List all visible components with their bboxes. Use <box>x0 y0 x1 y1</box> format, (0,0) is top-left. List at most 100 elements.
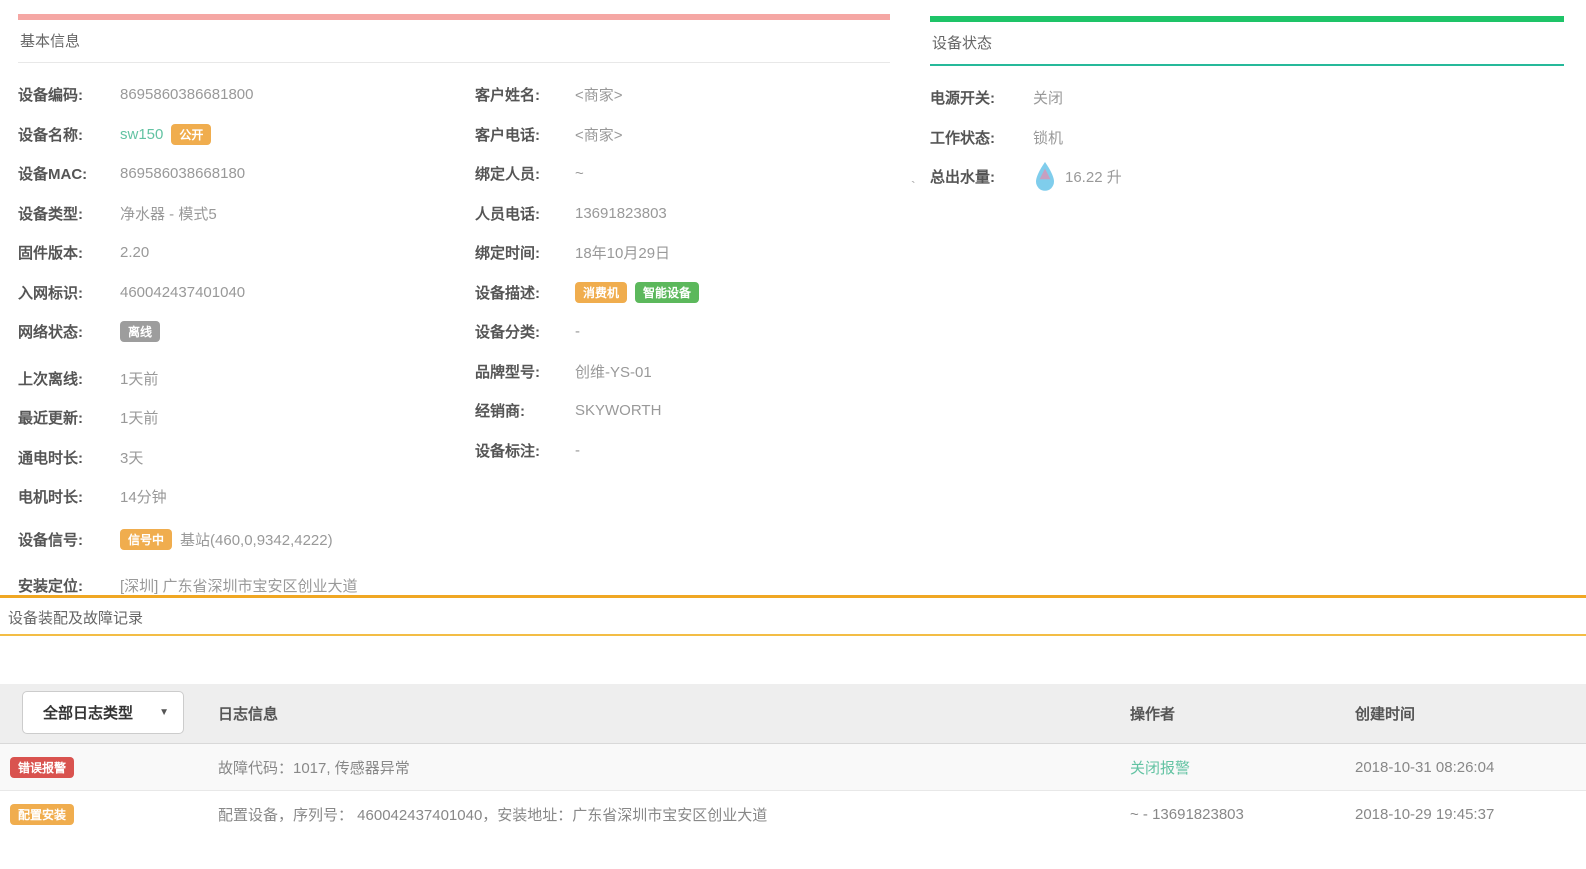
field-label: 设备编码: <box>18 84 120 105</box>
info-row-person-phone: 人员电话: 13691823803 <box>475 194 890 234</box>
log-created-time: 2018-10-29 19:45:37 <box>1345 806 1586 823</box>
field-label: 入网标识: <box>18 282 120 303</box>
field-value: ~ <box>575 165 584 182</box>
field-value: 18年10月29日 <box>575 242 670 263</box>
field-label: 最近更新: <box>18 407 120 428</box>
log-type-filter-value: 全部日志类型 <box>43 702 133 723</box>
stray-mark: ` <box>911 178 916 194</box>
field-label: 品牌型号: <box>475 361 575 382</box>
field-label: 工作状态: <box>930 127 1033 148</box>
field-value: SKYWORTH <box>575 402 661 419</box>
chevron-down-icon: ▼ <box>159 707 169 718</box>
info-row-last-update: 最近更新: 1天前 <box>18 398 475 438</box>
log-row-config-install: 配置安装 配置设备，序列号： 460042437401040，安装地址：广东省深… <box>0 791 1586 838</box>
info-row-device-note: 设备标注: - <box>475 431 890 471</box>
field-label: 设备分类: <box>475 321 575 342</box>
offline-status-badge: 离线 <box>120 321 160 342</box>
error-alarm-badge: 错误报警 <box>10 757 74 778</box>
info-row-install-location: 安装定位: [深圳] 广东省深圳市宝安区创业大道 <box>18 566 475 606</box>
field-value: 13691823803 <box>575 205 667 222</box>
field-label: 绑定时间: <box>475 242 575 263</box>
field-value: 460042437401040 <box>120 284 245 301</box>
field-value: <商家> <box>575 84 623 105</box>
close-alarm-link[interactable]: 关闭报警 <box>1130 760 1190 777</box>
consumer-machine-badge: 消费机 <box>575 282 627 303</box>
info-row-firmware: 固件版本: 2.20 <box>18 233 475 273</box>
field-value: 关闭 <box>1033 87 1063 108</box>
field-value: 8695860386681800 <box>120 86 253 103</box>
status-panel-accent-bar <box>930 16 1564 22</box>
field-label: 安装定位: <box>18 575 120 596</box>
info-row-network-status: 网络状态: 离线 <box>18 312 475 352</box>
field-label: 设备类型: <box>18 203 120 224</box>
section-divider-bottom <box>0 634 1586 636</box>
status-panel-title: 设备状态 <box>930 32 1564 66</box>
field-value: - <box>575 442 580 459</box>
field-value: 2.20 <box>120 244 149 261</box>
info-row-device-category: 设备分类: - <box>475 312 890 352</box>
log-table-header: 全部日志类型 ▼ 日志信息 操作者 创建时间 <box>0 684 1586 744</box>
basic-info-panel: 基本信息 设备编码: 8695860386681800 设备名称: sw150 … <box>18 14 890 606</box>
signal-badge: 信号中 <box>120 529 172 550</box>
basic-info-left-column: 设备编码: 8695860386681800 设备名称: sw150 公开 设备… <box>18 75 475 606</box>
info-row-device-mac: 设备MAC: 869586038668180 <box>18 154 475 194</box>
field-label: 客户姓名: <box>475 84 575 105</box>
device-name-link[interactable]: sw150 <box>120 126 163 143</box>
log-message: 故障代码：1017, 传感器异常 <box>200 757 1120 778</box>
basic-info-middle-column: 客户姓名: <商家> 客户电话: <商家> 绑定人员: ~ 人员电话: 1369… <box>475 75 890 606</box>
section-divider-top <box>0 595 1586 598</box>
field-value: 净水器 - 模式5 <box>120 203 217 224</box>
field-label: 网络状态: <box>18 321 120 342</box>
basic-panel-title: 基本信息 <box>18 30 890 63</box>
basic-panel-accent-bar <box>18 14 890 20</box>
info-row-customer-phone: 客户电话: <商家> <box>475 115 890 155</box>
info-row-device-signal: 设备信号: 信号中 基站(460,0,9342,4222) <box>18 520 475 560</box>
field-label: 电机时长: <box>18 486 120 507</box>
info-row-brand-model: 品牌型号: 创维-YS-01 <box>475 352 890 392</box>
info-row-customer-name: 客户姓名: <商家> <box>475 75 890 115</box>
field-label: 设备MAC: <box>18 163 120 184</box>
log-row-error-alarm: 错误报警 故障代码：1017, 传感器异常 关闭报警 2018-10-31 08… <box>0 744 1586 791</box>
water-drop-icon <box>1033 161 1057 192</box>
info-row-bind-time: 绑定时间: 18年10月29日 <box>475 233 890 273</box>
field-value: 1天前 <box>120 368 158 389</box>
status-row-work-state: 工作状态: 锁机 <box>930 118 1564 158</box>
log-type-filter-select[interactable]: 全部日志类型 ▼ <box>22 691 184 734</box>
field-value: 基站(460,0,9342,4222) <box>180 529 333 550</box>
info-row-device-type: 设备类型: 净水器 - 模式5 <box>18 194 475 234</box>
info-row-last-offline: 上次离线: 1天前 <box>18 359 475 399</box>
status-row-total-water: 总出水量: 16.22 升 <box>930 157 1564 197</box>
info-row-device-description: 设备描述: 消费机 智能设备 <box>475 273 890 313</box>
info-row-power-duration: 通电时长: 3天 <box>18 438 475 478</box>
field-value: 14分钟 <box>120 486 167 507</box>
field-label: 经销商: <box>475 400 575 421</box>
info-row-network-id: 入网标识: 460042437401040 <box>18 273 475 313</box>
log-message: 配置设备，序列号： 460042437401040，安装地址：广东省深圳市宝安区… <box>200 804 1120 825</box>
field-label: 设备标注: <box>475 440 575 461</box>
field-label: 总出水量: <box>930 166 1033 187</box>
status-row-power-switch: 电源开关: 关闭 <box>930 78 1564 118</box>
field-label: 设备名称: <box>18 124 120 145</box>
info-row-device-name: 设备名称: sw150 公开 <box>18 115 475 155</box>
field-label: 人员电话: <box>475 203 575 224</box>
public-badge: 公开 <box>171 124 211 145</box>
field-label: 设备信号: <box>18 529 120 550</box>
field-label: 客户电话: <box>475 124 575 145</box>
info-row-motor-duration: 电机时长: 14分钟 <box>18 477 475 517</box>
log-section-title: 设备装配及故障记录 <box>8 607 143 628</box>
field-value: 869586038668180 <box>120 165 245 182</box>
smart-device-badge: 智能设备 <box>635 282 699 303</box>
column-header-created: 创建时间 <box>1345 703 1586 724</box>
device-status-panel: 设备状态 电源开关: 关闭 工作状态: 锁机 总出水量: 16.22 升 <box>930 16 1564 197</box>
field-label: 通电时长: <box>18 447 120 468</box>
field-label: 设备描述: <box>475 282 575 303</box>
log-operator: ~ - 13691823803 <box>1120 806 1345 823</box>
field-value: 16.22 升 <box>1065 166 1122 187</box>
field-value: - <box>575 323 580 340</box>
config-install-badge: 配置安装 <box>10 804 74 825</box>
field-label: 上次离线: <box>18 368 120 389</box>
column-header-operator: 操作者 <box>1120 703 1345 724</box>
field-value: 锁机 <box>1033 127 1063 148</box>
field-label: 固件版本: <box>18 242 120 263</box>
field-value: [深圳] 广东省深圳市宝安区创业大道 <box>120 575 358 596</box>
